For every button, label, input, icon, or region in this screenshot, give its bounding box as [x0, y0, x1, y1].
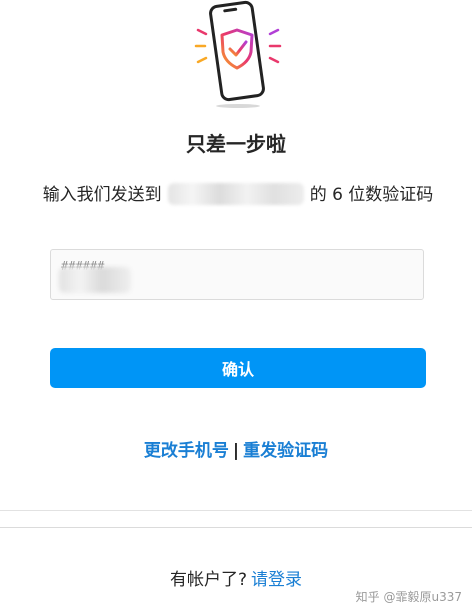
change-phone-link[interactable]: 更改手机号 [144, 441, 229, 461]
resend-code-link[interactable]: 重发验证码 [243, 441, 328, 461]
login-prompt-text: 有帐户了? [169, 570, 248, 590]
link-separator: | [232, 441, 240, 461]
redacted-phone-number [167, 183, 304, 205]
watermark: 知乎 @霏毅原u337 [355, 590, 462, 604]
divider [0, 510, 472, 511]
login-prompt: 有帐户了? 请登录 [0, 565, 472, 590]
login-link[interactable]: 请登录 [251, 570, 302, 590]
code-field-container[interactable] [50, 249, 424, 300]
verification-message: 输入我们发送到 的 6 位数验证码 [28, 183, 448, 207]
confirm-button[interactable]: 确认 [50, 348, 426, 388]
redacted-input-value [59, 267, 131, 293]
message-before: 输入我们发送到 [42, 185, 162, 205]
code-actions: 更改手机号 | 重发验证码 [0, 436, 472, 461]
page-title: 只差一步啦 [186, 132, 286, 156]
message-after: 的 6 位数验证码 [309, 185, 434, 205]
phone-shield-check-icon [194, 0, 282, 108]
divider [0, 527, 472, 528]
